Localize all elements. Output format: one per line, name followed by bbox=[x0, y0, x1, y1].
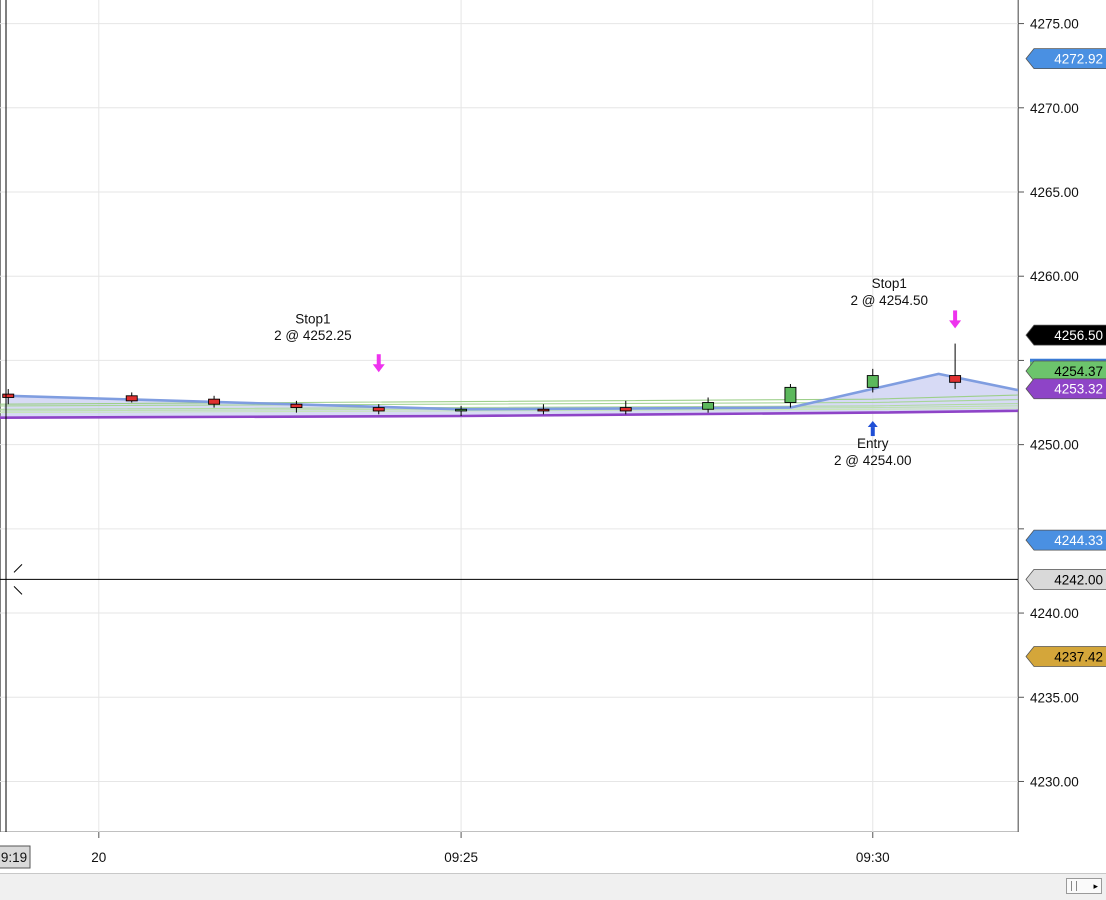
price-marker-label: 4242.00 bbox=[1054, 572, 1103, 587]
trade-annotation: 2 @ 4254.00 bbox=[834, 453, 912, 468]
price-tick-label: 4265.00 bbox=[1030, 185, 1079, 200]
price-tick-label: 4235.00 bbox=[1030, 690, 1079, 705]
price-marker-label: 4253.32 bbox=[1054, 382, 1103, 397]
candle-down bbox=[537, 408, 550, 412]
stop-arrow-icon bbox=[372, 364, 385, 373]
candle-up bbox=[784, 386, 797, 403]
time-tick-label: 09:25 bbox=[444, 850, 478, 865]
price-axis: 4275.00 4270.00 4265.00 4260.00 4250.00 4240.… bbox=[1018, 0, 1106, 832]
price-marker-label: 4237.42 bbox=[1054, 650, 1103, 665]
candle-up bbox=[455, 408, 468, 412]
price-tick-label: 4275.00 bbox=[1030, 17, 1079, 32]
candle-down bbox=[290, 403, 303, 409]
price-marker-label: 4254.37 bbox=[1054, 364, 1103, 379]
price-tick-label: 4270.00 bbox=[1030, 101, 1079, 116]
trade-annotation: 2 @ 4252.25 bbox=[274, 328, 352, 343]
price-marker-label: 4256.50 bbox=[1054, 328, 1103, 343]
trade-annotation: Stop1 bbox=[872, 276, 907, 291]
candle-up bbox=[866, 375, 879, 388]
candlestick-chart[interactable]: R3R2R1PP Stop12 @ 4252.25Stop12 @ 4254.5… bbox=[0, 0, 1106, 900]
crosshair-tick bbox=[13, 564, 23, 573]
candle-down bbox=[125, 395, 138, 402]
price-marker-label: 4272.92 bbox=[1054, 52, 1103, 67]
stop-arrow-shaft bbox=[376, 354, 381, 366]
entry-arrow-shaft bbox=[870, 427, 875, 437]
candle-down bbox=[619, 407, 632, 412]
price-tick-label: 4240.00 bbox=[1030, 606, 1079, 621]
trade-annotation: Stop1 bbox=[295, 311, 330, 326]
entry-arrow-icon bbox=[867, 421, 878, 428]
price-marker-label: 4244.33 bbox=[1054, 533, 1103, 548]
trade-annotation: 2 @ 4254.50 bbox=[850, 293, 928, 308]
crosshair-tick bbox=[13, 586, 23, 595]
horizontal-scrollbar[interactable]: ▸ bbox=[0, 873, 1106, 900]
candle-down bbox=[949, 375, 962, 383]
chart-canvas[interactable]: R3R2R1PP Stop12 @ 4252.25Stop12 @ 4254.5… bbox=[0, 0, 1106, 873]
price-tick-label: 4250.00 bbox=[1030, 438, 1079, 453]
scroll-grip-icon bbox=[1071, 881, 1077, 891]
stop-arrow-shaft bbox=[953, 310, 958, 322]
price-tick-label: 4230.00 bbox=[1030, 774, 1079, 789]
trade-annotations: Stop12 @ 4252.25Stop12 @ 4254.50Stop12 @… bbox=[274, 276, 928, 468]
price-tick-label: 4260.00 bbox=[1030, 269, 1079, 284]
candle-down bbox=[372, 407, 385, 412]
crosshair-time-label: 9:19 bbox=[1, 850, 27, 865]
time-tick-label: 20 bbox=[91, 850, 106, 865]
trade-annotation: Entry bbox=[857, 436, 889, 451]
stop-arrow-icon bbox=[949, 320, 962, 329]
price-axis-bg bbox=[1018, 0, 1106, 832]
time-axis-bg bbox=[0, 832, 1106, 873]
time-tick-label: 09:30 bbox=[856, 850, 890, 865]
time-axis: 2009:2509:3009:3509:4009:4509:5009:5510:… bbox=[0, 832, 1106, 873]
candle-down bbox=[208, 398, 221, 405]
candle-up bbox=[702, 402, 715, 410]
scroll-right-button[interactable]: ▸ bbox=[1066, 878, 1102, 894]
candle-down bbox=[2, 393, 15, 398]
